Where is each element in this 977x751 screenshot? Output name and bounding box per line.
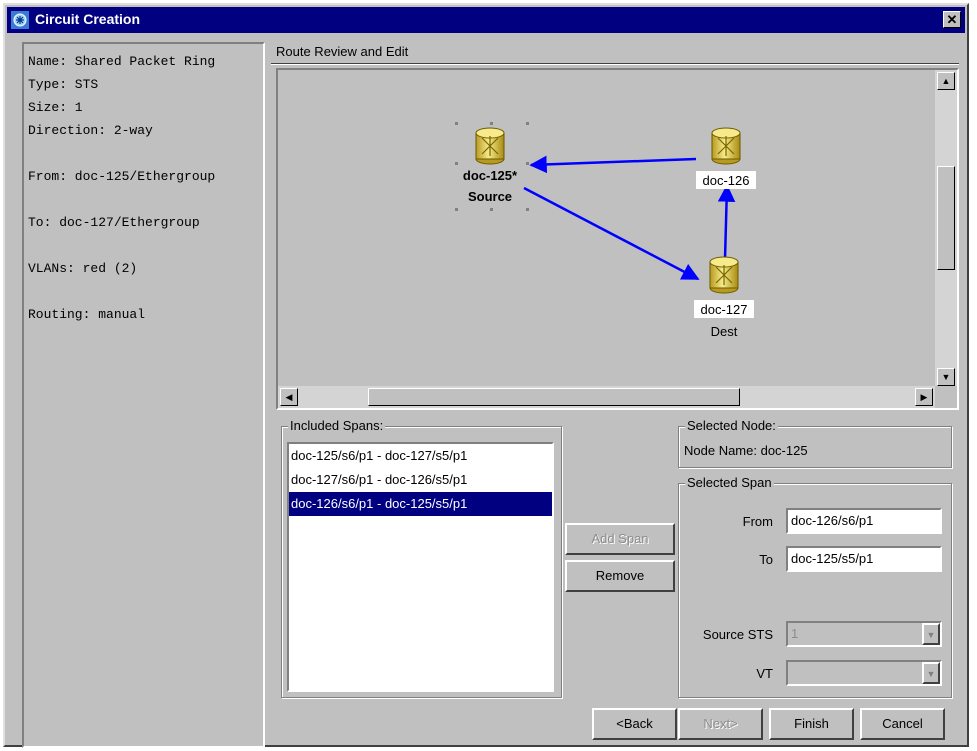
- title-bar[interactable]: Circuit Creation ✕: [7, 7, 965, 33]
- vertical-scroll-thumb[interactable]: [937, 166, 955, 270]
- add-span-button[interactable]: Add Span: [565, 523, 675, 555]
- info-line: Routing: manual: [28, 307, 146, 322]
- source-sts-value: 1: [791, 626, 799, 641]
- horizontal-scrollbar[interactable]: ◀ ▶: [278, 386, 935, 408]
- to-label: To: [759, 552, 773, 567]
- route-map: doc-125* Source doc-126 doc-127 Dest: [455, 122, 756, 339]
- info-line: To: doc-127/Ethergroup: [28, 215, 200, 230]
- circuit-info-panel: Name: Shared Packet Ring Type: STS Size:…: [22, 42, 265, 748]
- info-line: [28, 146, 263, 169]
- list-item[interactable]: doc-126/s6/p1 - doc-125/s5/p1: [289, 492, 552, 516]
- link-126-to-125[interactable]: [529, 155, 697, 174]
- finish-button[interactable]: Finish: [769, 708, 854, 740]
- route-canvas[interactable]: doc-125* Source doc-126 doc-127 Dest: [278, 70, 935, 388]
- scroll-up-icon[interactable]: ▲: [937, 72, 955, 90]
- node-name-text: Node Name: doc-125: [684, 443, 808, 458]
- vertical-scrollbar[interactable]: ▲ ▼: [935, 70, 957, 388]
- window-title: Circuit Creation: [35, 11, 141, 27]
- list-item[interactable]: doc-125/s6/p1 - doc-127/s5/p1: [289, 444, 552, 468]
- vt-label: VT: [756, 666, 773, 681]
- remove-button[interactable]: Remove: [565, 560, 675, 592]
- info-line: Name: Shared Packet Ring: [28, 54, 216, 69]
- selected-node-group: Selected Node: Node Name: doc-125: [678, 418, 952, 468]
- node-name: doc-125*: [463, 168, 518, 183]
- info-line: Direction: 2-way: [28, 123, 153, 138]
- scroll-corner: [935, 386, 957, 408]
- info-line: [28, 284, 263, 307]
- route-canvas-frame: doc-125* Source doc-126 doc-127 Dest ▲ ▼…: [276, 68, 959, 410]
- included-spans-group: Included Spans: doc-125/s6/p1 - doc-127/…: [281, 418, 562, 698]
- route-review-label: Route Review and Edit: [276, 44, 409, 59]
- selected-span-group: Selected Span From doc-126/s6/p1 To doc-…: [678, 475, 952, 698]
- chevron-down-icon[interactable]: ▼: [922, 662, 940, 684]
- spans-list[interactable]: doc-125/s6/p1 - doc-127/s5/p1 doc-127/s6…: [287, 442, 554, 692]
- router-icon: [475, 127, 505, 165]
- app-icon: [11, 11, 29, 29]
- list-item[interactable]: doc-127/s6/p1 - doc-126/s5/p1: [289, 468, 552, 492]
- node-doc-125[interactable]: doc-125* Source: [463, 127, 518, 204]
- cancel-button[interactable]: Cancel: [860, 708, 945, 740]
- node-name: doc-126: [703, 173, 750, 188]
- node-doc-126[interactable]: doc-126: [696, 127, 756, 189]
- back-button[interactable]: <Back: [592, 708, 677, 740]
- router-icon: [711, 127, 741, 165]
- from-field[interactable]: doc-126/s6/p1: [786, 508, 942, 534]
- link-125-to-127[interactable]: [523, 186, 700, 281]
- node-role: Source: [468, 189, 512, 204]
- next-button[interactable]: Next>: [678, 708, 763, 740]
- route-divider: [271, 63, 959, 65]
- selected-span-label: Selected Span: [685, 475, 774, 490]
- source-sts-label: Source STS: [702, 627, 773, 642]
- node-doc-127[interactable]: doc-127 Dest: [694, 256, 754, 339]
- node-name: doc-127: [701, 302, 748, 317]
- info-line: VLANs: red (2): [28, 261, 138, 276]
- scroll-left-icon[interactable]: ◀: [280, 388, 298, 406]
- scroll-right-icon[interactable]: ▶: [915, 388, 933, 406]
- chevron-down-icon[interactable]: ▼: [922, 623, 940, 645]
- node-role: Dest: [711, 324, 738, 339]
- info-line: From: doc-125/Ethergroup: [28, 169, 216, 184]
- info-line: Size: 1: [28, 100, 83, 115]
- horizontal-scroll-thumb[interactable]: [368, 388, 740, 406]
- info-line: [28, 192, 263, 215]
- router-icon: [709, 256, 739, 294]
- close-icon[interactable]: ✕: [943, 11, 961, 28]
- vt-select[interactable]: ▼: [786, 660, 942, 686]
- selected-node-label: Selected Node:: [685, 418, 778, 433]
- from-label: From: [742, 514, 773, 529]
- info-line: Type: STS: [28, 77, 99, 92]
- link-127-to-126[interactable]: [717, 184, 736, 260]
- included-spans-label: Included Spans:: [288, 418, 386, 433]
- source-sts-select[interactable]: 1 ▼: [786, 621, 942, 647]
- to-field[interactable]: doc-125/s5/p1: [786, 546, 942, 572]
- scroll-down-icon[interactable]: ▼: [937, 368, 955, 386]
- info-line: [28, 238, 263, 261]
